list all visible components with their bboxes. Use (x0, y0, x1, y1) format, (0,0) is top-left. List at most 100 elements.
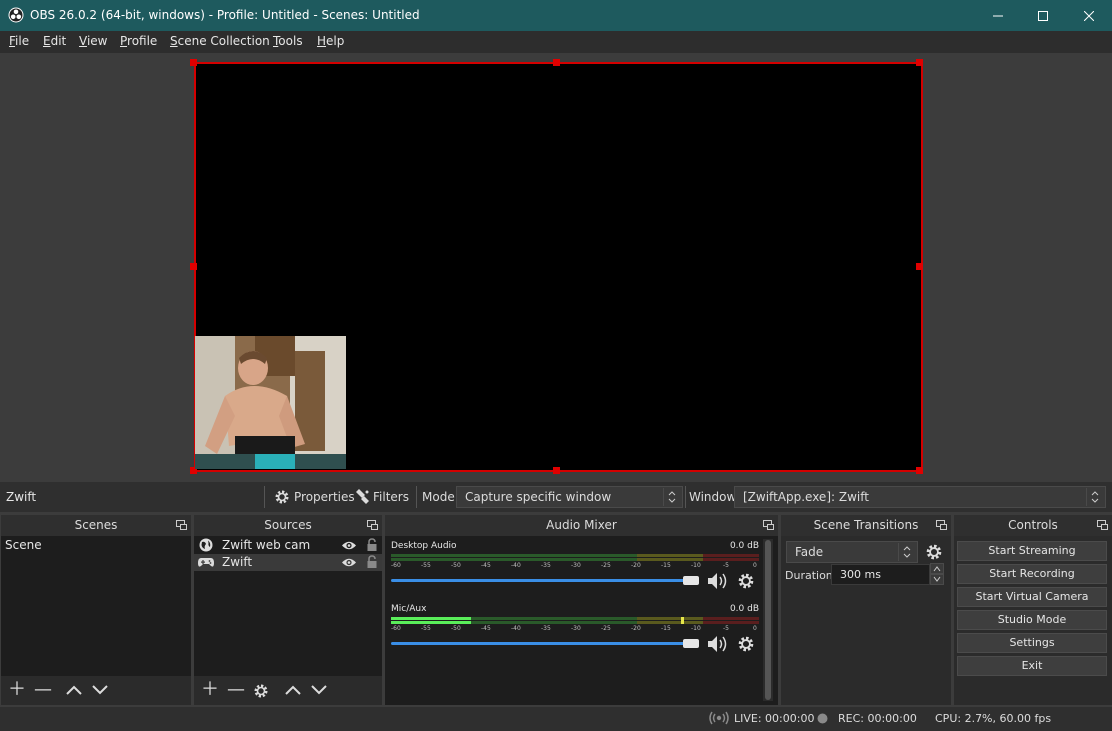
move-down-icon[interactable] (92, 685, 108, 695)
tick-label: 0 (753, 562, 757, 569)
tick-label: -10 (691, 625, 701, 632)
source-item[interactable]: Zwift web cam (194, 537, 382, 554)
scenes-toolbar: ＋ — (1, 676, 191, 705)
source-name: Zwift web cam (222, 538, 311, 552)
updown-arrows-icon (663, 488, 676, 506)
close-button[interactable] (1066, 0, 1112, 31)
window-title: OBS 26.0.2 (64-bit, windows) - Profile: … (30, 8, 420, 22)
move-up-icon[interactable] (66, 685, 82, 695)
tick-label: -35 (541, 562, 551, 569)
speaker-icon[interactable] (707, 635, 729, 653)
eye-icon[interactable] (341, 540, 357, 551)
cpu-status: CPU: 2.7%, 60.00 fps (935, 712, 1052, 725)
undock-icon[interactable] (176, 520, 187, 530)
move-down-icon[interactable] (311, 685, 327, 695)
properties-button[interactable]: Properties (274, 488, 355, 506)
resize-handle[interactable] (916, 263, 923, 270)
add-icon[interactable]: ＋ (8, 681, 26, 699)
menu-profile[interactable]: Profile (120, 34, 157, 48)
scrollbar[interactable] (763, 539, 773, 701)
resize-handle[interactable] (553, 467, 560, 474)
settings-button[interactable]: Settings (957, 633, 1107, 653)
start-virtual-camera-button[interactable]: Start Virtual Camera (957, 587, 1107, 607)
tick-label: -50 (451, 562, 461, 569)
minimize-icon (993, 15, 1003, 16)
tick-label: -60 (391, 625, 401, 632)
scenes-title: Scenes (1, 515, 191, 536)
menu-tools[interactable]: Tools (273, 34, 303, 48)
webcam-video-frame[interactable] (195, 336, 346, 469)
duration-label: Duration (785, 569, 833, 582)
audio-mixer-body: Desktop Audio 0.0 dB -60 -55 -50 -45 -40… (385, 536, 778, 705)
studio-mode-button[interactable]: Studio Mode (957, 610, 1107, 630)
sources-title: Sources (194, 515, 382, 536)
sources-list[interactable]: Zwift web cam Zwift (194, 536, 382, 676)
source-name-label: Zwift (6, 490, 37, 504)
eye-icon[interactable] (341, 557, 357, 568)
tick-label: -20 (631, 562, 641, 569)
start-recording-button[interactable]: Start Recording (957, 564, 1107, 584)
gear-icon[interactable] (925, 543, 943, 561)
resize-handle[interactable] (190, 263, 197, 270)
gear-icon[interactable] (737, 572, 755, 590)
mode-select[interactable]: Capture specific window (456, 486, 683, 508)
tick-label: -55 (421, 562, 431, 569)
undock-icon[interactable] (763, 520, 774, 530)
volume-slider[interactable] (391, 579, 687, 582)
meter-ticks: -60 -55 -50 -45 -40 -35 -30 -25 -20 -15 … (391, 625, 761, 633)
source-name: Zwift (222, 555, 253, 569)
remove-icon[interactable]: — (227, 681, 245, 699)
undock-icon[interactable] (936, 520, 947, 530)
source-item[interactable]: Zwift (194, 554, 382, 571)
updown-arrows-icon (1086, 488, 1099, 506)
tick-label: -45 (481, 625, 491, 632)
obs-logo-icon (8, 7, 24, 23)
add-icon[interactable]: ＋ (201, 681, 219, 699)
maximize-button[interactable] (1020, 0, 1066, 31)
move-up-icon[interactable] (285, 685, 301, 695)
undock-icon[interactable] (367, 520, 378, 530)
resize-handle[interactable] (553, 59, 560, 66)
lock-icon[interactable] (366, 555, 378, 569)
window-select[interactable]: [ZwiftApp.exe]: Zwift (734, 486, 1106, 508)
scene-item[interactable]: Scene (1, 537, 191, 554)
gear-icon[interactable] (253, 683, 269, 699)
tick-label: -55 (421, 625, 431, 632)
speaker-icon[interactable] (707, 572, 729, 590)
tick-label: -30 (571, 625, 581, 632)
menu-view[interactable]: View (79, 34, 107, 48)
duration-input[interactable]: 300 ms (831, 564, 930, 585)
menu-edit[interactable]: Edit (43, 34, 66, 48)
tick-label: -25 (601, 625, 611, 632)
globe-icon (199, 538, 213, 552)
minimize-button[interactable] (975, 0, 1021, 31)
menu-help[interactable]: Help (317, 34, 344, 48)
resize-handle[interactable] (190, 59, 197, 66)
volume-slider[interactable] (391, 642, 687, 645)
resize-handle[interactable] (916, 467, 923, 474)
menu-bar: File Edit View Profile Scene Collection … (0, 31, 1112, 53)
updown-arrows-icon (898, 543, 911, 561)
mode-value: Capture specific window (465, 490, 612, 504)
scrollbar-thumb[interactable] (765, 540, 771, 700)
start-streaming-button[interactable]: Start Streaming (957, 541, 1107, 561)
menu-file[interactable]: File (9, 34, 29, 48)
title-bar: OBS 26.0.2 (64-bit, windows) - Profile: … (0, 0, 1112, 31)
source-toolbar: Zwift Properties Filters Mode Capture sp… (0, 482, 1112, 512)
tick-label: -45 (481, 562, 491, 569)
resize-handle[interactable] (916, 59, 923, 66)
undock-icon[interactable] (1097, 520, 1108, 530)
scenes-list[interactable]: Scene (1, 536, 191, 676)
tick-label: -5 (723, 625, 729, 632)
transition-select[interactable]: Fade (786, 541, 918, 563)
volume-slider-handle[interactable] (683, 639, 699, 648)
lock-icon[interactable] (366, 538, 378, 552)
menu-scene-collection[interactable]: Scene Collection (170, 34, 270, 48)
filters-button[interactable]: Filters (354, 488, 409, 506)
remove-icon[interactable]: — (34, 681, 52, 699)
rec-status: REC: 00:00:00 (838, 712, 917, 725)
volume-slider-handle[interactable] (683, 576, 699, 585)
spinner-arrows-icon[interactable] (930, 563, 944, 585)
exit-button[interactable]: Exit (957, 656, 1107, 676)
gear-icon[interactable] (737, 635, 755, 653)
